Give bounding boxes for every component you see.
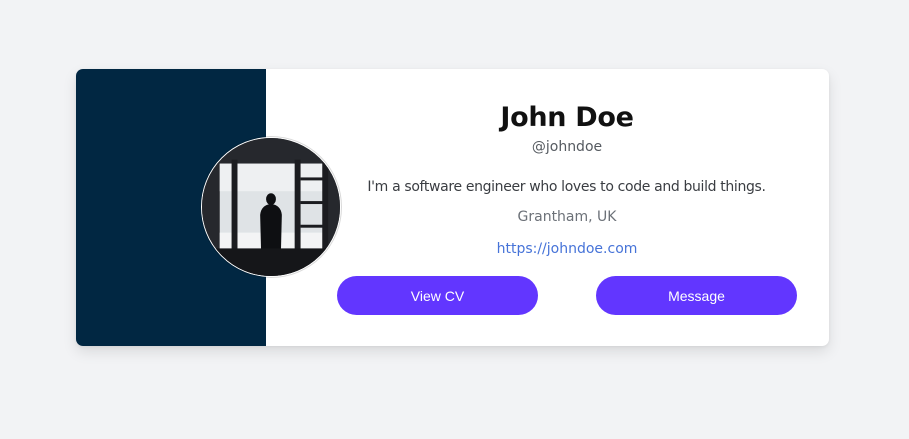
profile-name: John Doe bbox=[500, 102, 634, 133]
profile-card: John Doe @johndoe I'm a software enginee… bbox=[76, 69, 829, 346]
avatar-photo bbox=[202, 138, 340, 276]
profile-bio: I'm a software engineer who loves to cod… bbox=[367, 179, 766, 195]
profile-location: Grantham, UK bbox=[517, 209, 617, 225]
message-button[interactable]: Message bbox=[596, 276, 797, 315]
avatar bbox=[201, 137, 341, 277]
profile-handle: @johndoe bbox=[531, 139, 603, 155]
profile-website-link[interactable]: https://johndoe.com bbox=[338, 241, 796, 257]
view-cv-button[interactable]: View CV bbox=[337, 276, 538, 315]
